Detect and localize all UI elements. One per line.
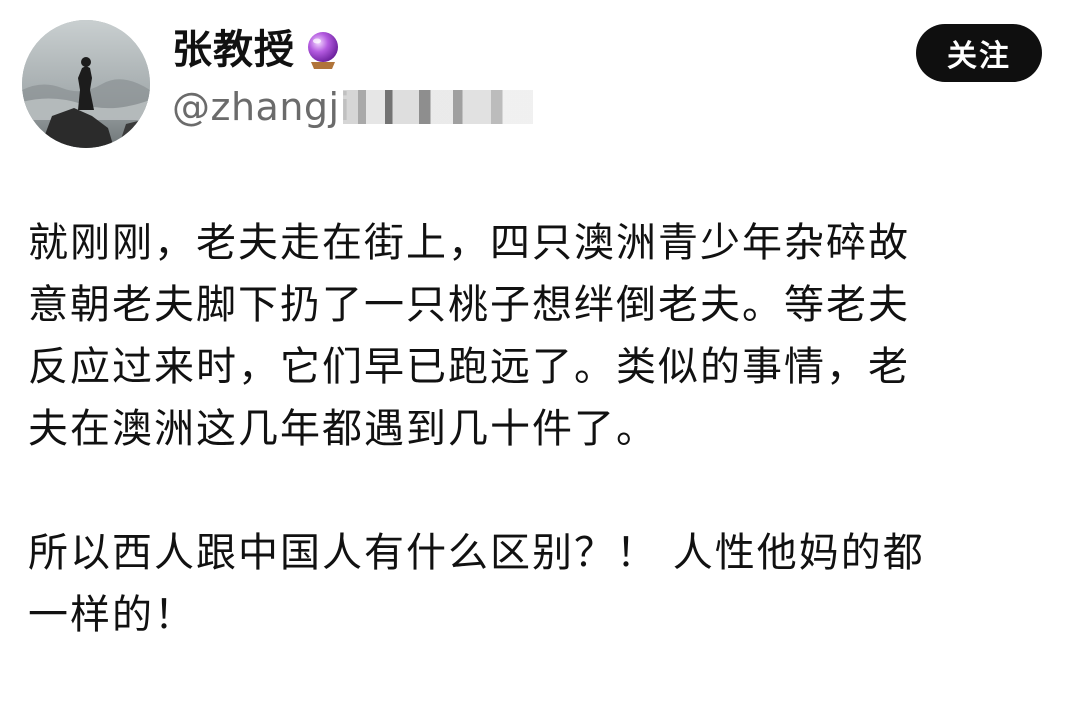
handle-redaction-mosaic — [342, 90, 533, 124]
post-content: 就刚刚，老夫走在街上，四只澳洲青少年杂碎故 意朝老夫脚下扔了一只桃子想绊倒老夫。… — [28, 212, 1068, 646]
post-paragraph-1: 就刚刚，老夫走在街上，四只澳洲青少年杂碎故 意朝老夫脚下扔了一只桃子想绊倒老夫。… — [28, 220, 910, 452]
author-name-row: 张教授 — [172, 22, 345, 78]
crystal-ball-icon — [301, 28, 345, 72]
follow-button[interactable]: 关注 — [916, 24, 1042, 82]
author-handle: @zhangji — [172, 85, 351, 129]
post-paragraph-2: 所以西人跟中国人有什么区别？！ 人性他妈的都 一样的！ — [28, 530, 925, 638]
post-card: 张教授 @zhangji 关注 就刚刚，老夫走在街上，四只澳洲青少年杂碎故 意朝 — [0, 0, 1086, 711]
author-display-name[interactable]: 张教授 — [172, 22, 295, 78]
avatar-image — [22, 20, 150, 148]
avatar[interactable] — [22, 20, 150, 148]
author-handle-row: @zhangji — [172, 82, 533, 132]
